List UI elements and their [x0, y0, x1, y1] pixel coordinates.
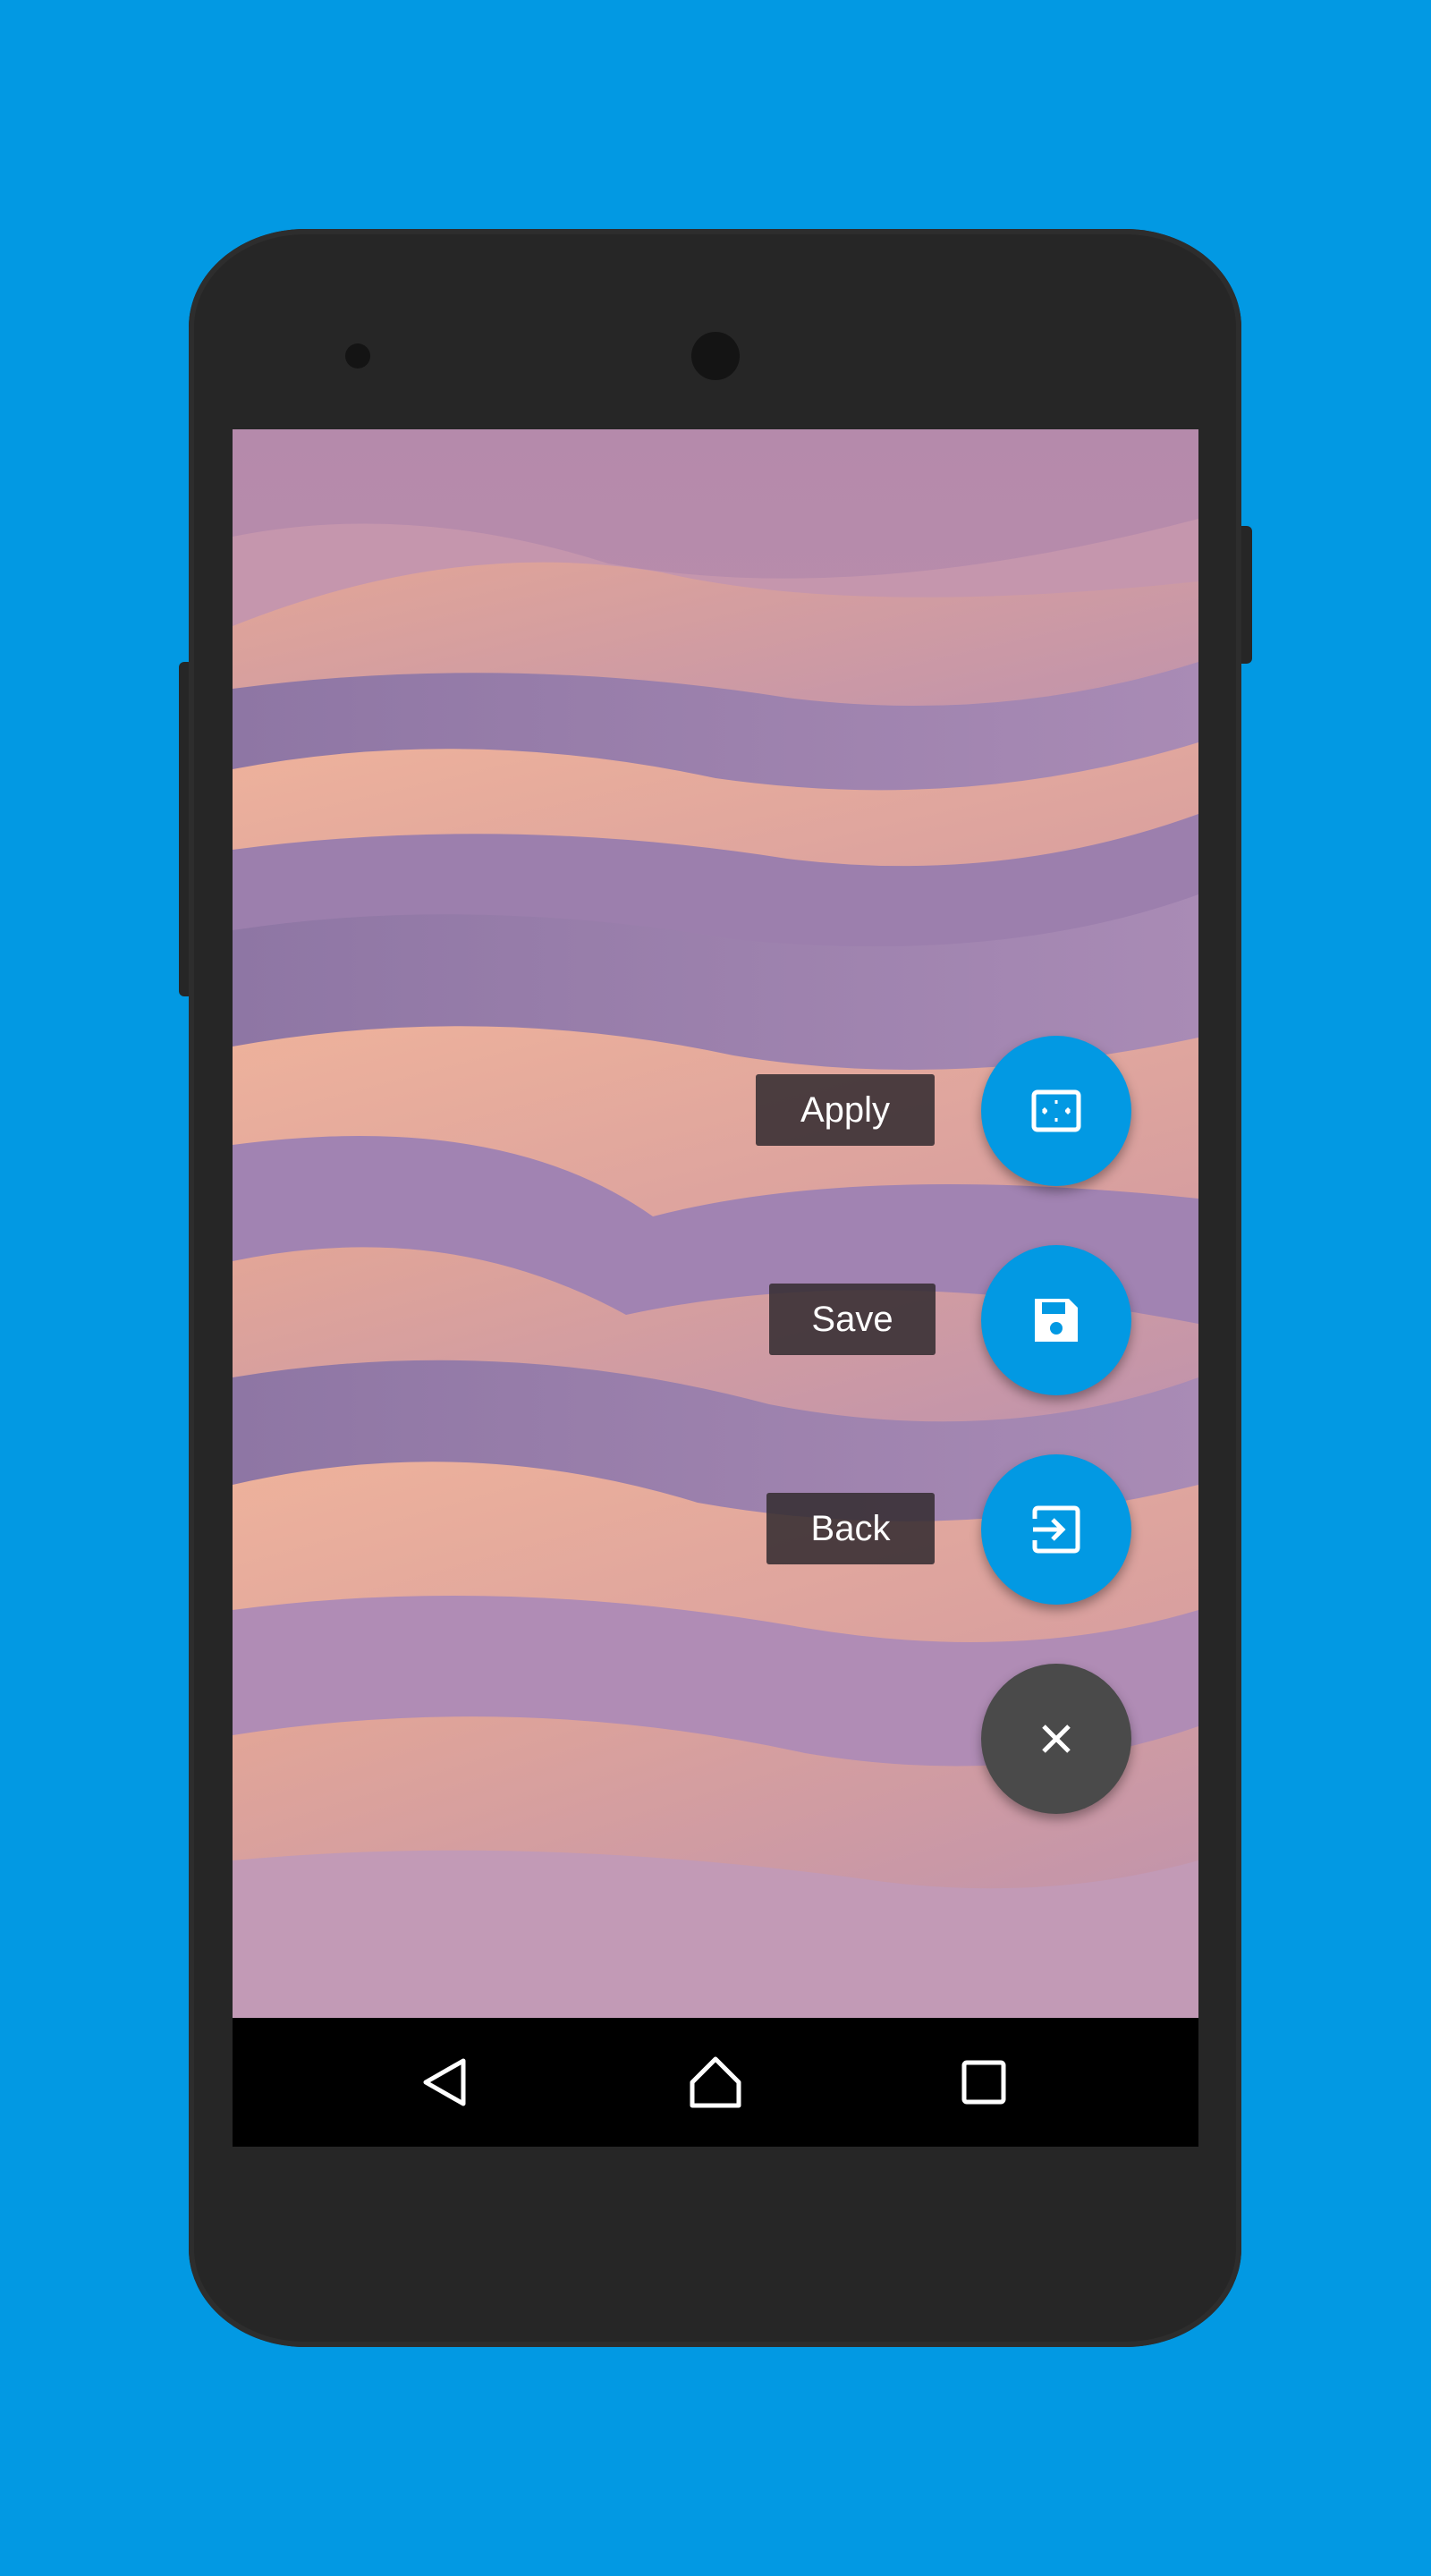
fullscreen-frame-icon — [1031, 1089, 1081, 1132]
apply-fab-button[interactable] — [981, 1036, 1131, 1186]
close-icon — [1042, 1724, 1071, 1753]
front-camera — [691, 332, 740, 380]
phone-screen: Apply Save Back — [233, 429, 1198, 2147]
proximity-sensor — [345, 343, 370, 369]
back-triangle-icon[interactable] — [419, 2055, 472, 2109]
back-label[interactable]: Back — [766, 1493, 935, 1564]
back-fab-button[interactable] — [981, 1454, 1131, 1605]
exit-to-app-icon — [1032, 1505, 1080, 1554]
apply-label[interactable]: Apply — [756, 1074, 935, 1146]
navigation-bar — [233, 2018, 1198, 2147]
save-fab-button[interactable] — [981, 1245, 1131, 1395]
floppy-disk-icon — [1035, 1299, 1078, 1342]
home-icon[interactable] — [689, 2055, 742, 2109]
recent-apps-icon[interactable] — [957, 2055, 1011, 2109]
save-label[interactable]: Save — [769, 1284, 936, 1355]
close-fab-button[interactable] — [981, 1664, 1131, 1814]
